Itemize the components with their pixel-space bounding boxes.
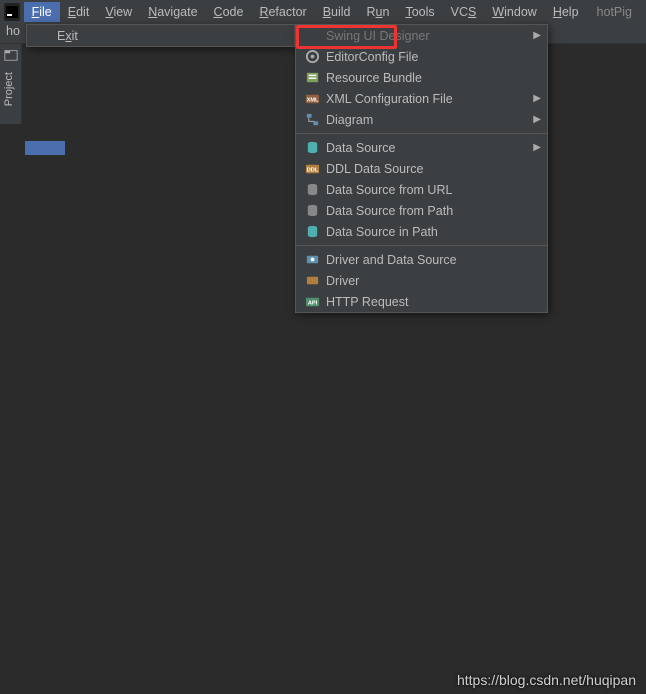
driver-icon	[304, 273, 320, 289]
menu-code[interactable]: Code	[206, 2, 252, 22]
http-icon: API	[304, 294, 320, 310]
editorconfig-icon	[304, 49, 320, 65]
menu-help[interactable]: Help	[545, 2, 587, 22]
svg-text:XML: XML	[306, 97, 318, 103]
menu-item-label: Driver and Data Source	[326, 253, 527, 267]
menu-navigate[interactable]: Navigate	[140, 2, 205, 22]
menu-item-label: DDL Data Source	[326, 162, 527, 176]
project-name: hotPig	[587, 5, 642, 19]
new-menu-editorconfig-file[interactable]: EditorConfig File	[296, 46, 547, 67]
new-menu-data-source-from-path[interactable]: Data Source from Path	[296, 200, 547, 221]
driverds-icon	[304, 252, 320, 268]
menu-item-label: Resource Bundle	[326, 71, 527, 85]
menu-item-label: Exit	[57, 29, 274, 43]
svg-text:DDL: DDL	[306, 167, 318, 173]
menu-separator	[296, 133, 547, 134]
menu-item-label: XML Configuration File	[326, 92, 527, 106]
menu-item-label: Data Source from Path	[326, 204, 527, 218]
bundle-icon	[304, 70, 320, 86]
menu-item-label: Data Source from URL	[326, 183, 527, 197]
new-menu-data-source[interactable]: Data Source ▶	[296, 137, 547, 158]
new-menu-resource-bundle[interactable]: Resource Bundle	[296, 67, 547, 88]
new-menu-http-request[interactable]: API HTTP Request	[296, 291, 547, 312]
new-menu-data-source-from-url[interactable]: Data Source from URL	[296, 179, 547, 200]
new-menu-swing-ui-designer[interactable]: Swing UI Designer ▶	[296, 25, 547, 46]
menu-window[interactable]: Window	[484, 2, 544, 22]
watermark-text: https://blog.csdn.net/huqipan	[457, 672, 636, 688]
menu-separator	[296, 245, 547, 246]
submenu-arrow-icon: ▶	[533, 142, 541, 153]
new-menu-data-source-in-path[interactable]: Data Source in Path	[296, 221, 547, 242]
editor-tab-stub	[25, 141, 65, 155]
menu-item-label: EditorConfig File	[326, 50, 527, 64]
menu-item-label: Driver	[326, 274, 527, 288]
menu-item-label: HTTP Request	[326, 295, 527, 309]
menu-edit[interactable]: Edit	[60, 2, 98, 22]
submenu-arrow-icon: ▶	[533, 93, 541, 104]
db-icon	[304, 140, 320, 156]
new-menu-diagram[interactable]: Diagram ▶	[296, 109, 547, 130]
menu-refactor[interactable]: Refactor	[251, 2, 314, 22]
tool-window-project[interactable]: Project	[0, 44, 22, 124]
project-icon	[4, 48, 18, 62]
submenu-arrow-icon: ▶	[533, 30, 541, 41]
new-menu-ddl-data-source[interactable]: DDL DDL Data Source	[296, 158, 547, 179]
ddl-icon: DDL	[304, 161, 320, 177]
file-menu-dropdown: Exit	[26, 24, 295, 47]
xml-icon: XML	[304, 91, 320, 107]
blank-icon	[304, 28, 320, 44]
menu-item-label: Data Source	[326, 141, 527, 155]
dbin-icon	[304, 224, 320, 240]
menu-run[interactable]: Run	[359, 2, 398, 22]
menu-tools[interactable]: Tools	[397, 2, 442, 22]
dburl-icon	[304, 182, 320, 198]
new-menu-driver[interactable]: Driver	[296, 270, 547, 291]
new-submenu: Swing UI Designer ▶ EditorConfig File Resou…	[295, 24, 548, 313]
menu-vcs[interactable]: VCS	[443, 2, 485, 22]
new-menu-xml-configuration-file[interactable]: XML XML Configuration File ▶	[296, 88, 547, 109]
app-logo-icon	[4, 3, 20, 21]
menu-item-label: Swing UI Designer	[326, 29, 527, 43]
blank-icon	[35, 28, 51, 44]
file-menu-exit[interactable]: Exit	[27, 25, 294, 46]
dbpath-icon	[304, 203, 320, 219]
diagram-icon	[304, 112, 320, 128]
menu-bar: FileEditViewNavigateCodeRefactorBuildRun…	[0, 0, 646, 24]
submenu-arrow-icon: ▶	[533, 114, 541, 125]
svg-text:API: API	[307, 300, 317, 306]
menu-view[interactable]: View	[97, 2, 140, 22]
menu-file[interactable]: File	[24, 2, 60, 22]
menu-build[interactable]: Build	[315, 2, 359, 22]
menu-item-label: Data Source in Path	[326, 225, 527, 239]
tool-window-label: Project	[0, 66, 18, 112]
new-menu-driver-and-data-source[interactable]: Driver and Data Source	[296, 249, 547, 270]
menu-item-label: Diagram	[326, 113, 527, 127]
